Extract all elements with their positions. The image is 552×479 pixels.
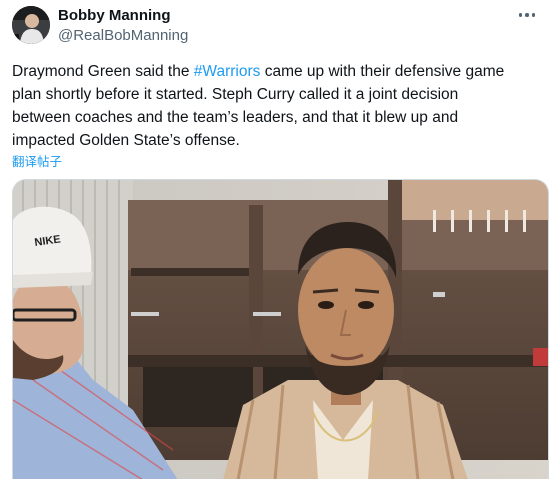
more-options-button[interactable] <box>516 6 538 24</box>
author-info: Bobby Manning @RealBobManning <box>58 7 188 46</box>
tweet-media-photo[interactable]: NIKE <box>12 179 549 479</box>
tweet: Bobby Manning @RealBobManning Draymond G… <box>0 0 552 479</box>
more-dots-icon <box>525 13 529 17</box>
more-dots-icon <box>518 13 523 17</box>
hashtag-link[interactable]: #Warriors <box>194 63 261 80</box>
tweet-text-part: Draymond Green said the <box>12 63 194 80</box>
author-display-name[interactable]: Bobby Manning <box>58 7 188 25</box>
author-avatar[interactable] <box>12 6 50 44</box>
tweet-text: Draymond Green said the #Warriors came u… <box>12 60 542 152</box>
author-handle[interactable]: @RealBobManning <box>58 26 188 46</box>
more-dots-icon <box>531 13 536 17</box>
translate-post-link[interactable]: 翻译帖子 <box>12 151 62 170</box>
